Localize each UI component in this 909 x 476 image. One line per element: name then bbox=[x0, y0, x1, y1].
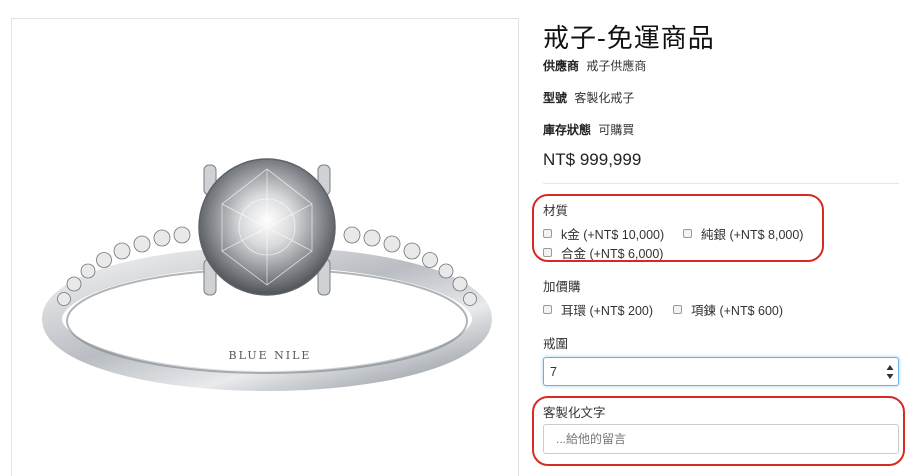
addon-option-earrings[interactable]: 耳環 (+NT$ 200) bbox=[543, 300, 653, 319]
ring-size-value: 7 bbox=[550, 364, 557, 379]
checkbox-icon[interactable] bbox=[543, 248, 552, 257]
option-label: 耳環 (+NT$ 200) bbox=[561, 304, 654, 318]
supplier-row: 供應商 戒子供應商 bbox=[543, 57, 646, 74]
checkbox-icon[interactable] bbox=[673, 305, 682, 314]
material-label: 材質 bbox=[543, 204, 569, 218]
option-label: 項鍊 (+NT$ 600) bbox=[691, 304, 784, 318]
divider bbox=[543, 183, 899, 184]
ring-size-select[interactable]: 7 bbox=[543, 357, 899, 386]
checkbox-icon[interactable] bbox=[543, 305, 552, 314]
ring-size-label: 戒圍 bbox=[543, 337, 569, 351]
stock-row: 庫存狀態 可購買 bbox=[543, 121, 634, 138]
stock-label: 庫存狀態 bbox=[543, 123, 592, 137]
checkbox-icon[interactable] bbox=[683, 229, 692, 238]
option-label: 合金 (+NT$ 6,000) bbox=[561, 247, 664, 261]
material-option-kgold[interactable]: k金 (+NT$ 10,000) bbox=[543, 224, 664, 243]
supplier-value: 戒子供應商 bbox=[586, 59, 647, 73]
model-row: 型號 客製化戒子 bbox=[543, 89, 634, 106]
addon-option-necklace[interactable]: 項鍊 (+NT$ 600) bbox=[673, 300, 783, 319]
checkbox-icon[interactable] bbox=[543, 229, 552, 238]
addon-label: 加價購 bbox=[543, 280, 581, 294]
material-option-alloy[interactable]: 合金 (+NT$ 6,000) bbox=[543, 243, 663, 262]
ring-image: BLUE NILE bbox=[42, 158, 492, 391]
option-label: 純銀 (+NT$ 8,000) bbox=[701, 228, 804, 242]
model-label: 型號 bbox=[543, 91, 568, 105]
material-option-silver[interactable]: 純銀 (+NT$ 8,000) bbox=[683, 224, 803, 243]
select-arrows-icon bbox=[886, 365, 894, 379]
model-value: 客製化戒子 bbox=[574, 91, 635, 105]
custom-text-input[interactable] bbox=[543, 424, 899, 454]
supplier-label: 供應商 bbox=[543, 59, 580, 73]
ring-engraving: BLUE NILE bbox=[229, 349, 312, 362]
product-title: 戒子-免運商品 bbox=[543, 24, 715, 54]
product-image[interactable]: BLUE NILE bbox=[11, 18, 519, 476]
option-label: k金 (+NT$ 10,000) bbox=[561, 228, 665, 242]
stock-value: 可購買 bbox=[598, 123, 635, 137]
custom-text-label: 客製化文字 bbox=[543, 406, 606, 420]
product-price: NT$ 999,999 bbox=[543, 150, 642, 169]
